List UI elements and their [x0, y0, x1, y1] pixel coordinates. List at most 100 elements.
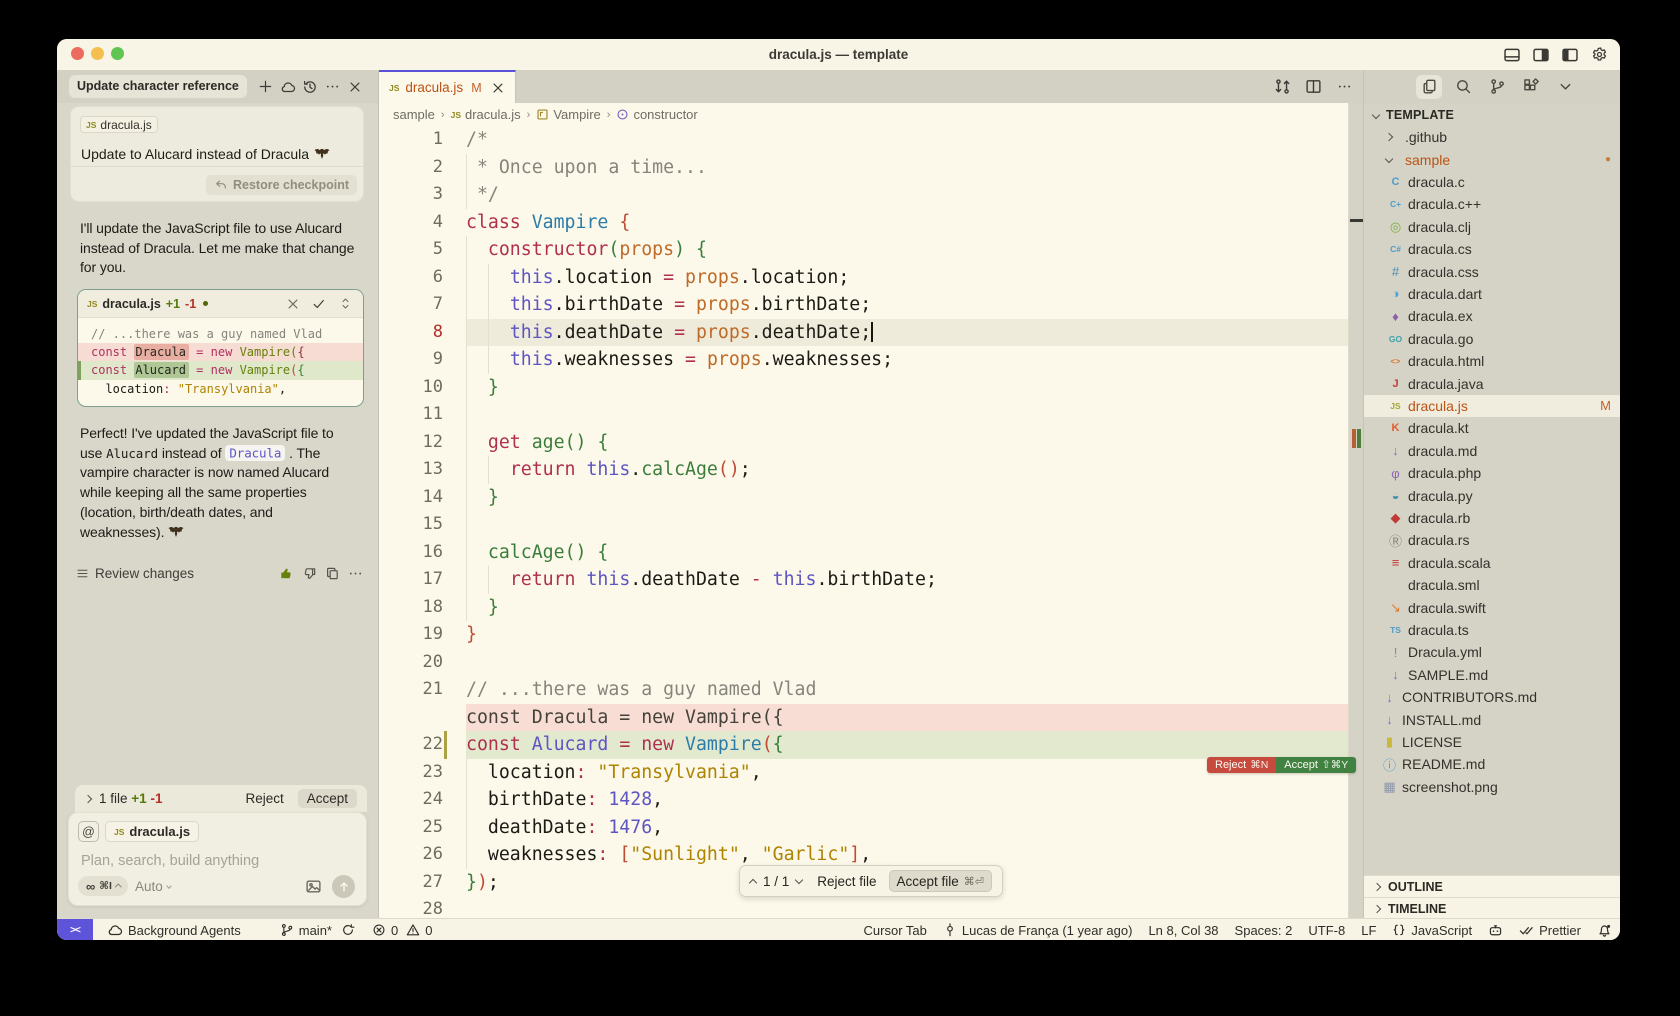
tree-item-dracula.php[interactable]: φdracula.php [1364, 462, 1620, 484]
reject-all-button[interactable]: Reject [245, 791, 283, 806]
accept-file-button[interactable]: Accept file ⌘⏎ [889, 870, 993, 892]
context-file-chip[interactable]: JS dracula.js [105, 821, 199, 842]
git-branch-item[interactable]: main* [280, 923, 355, 938]
more-icon[interactable] [346, 564, 364, 582]
accept-all-button[interactable]: Accept [298, 789, 357, 808]
breadcrumb-item[interactable]: constructor [616, 107, 697, 122]
chevron-right-icon[interactable] [84, 794, 92, 802]
cursor-position-item[interactable]: Ln 8, Col 38 [1148, 923, 1218, 938]
tree-item-.github[interactable]: .github [1364, 126, 1620, 148]
tree-item-dracula.sml[interactable]: dracula.sml [1364, 574, 1620, 596]
breadcrumb-item[interactable]: sample [393, 107, 435, 122]
tree-item-Dracula.yml[interactable]: !Dracula.yml [1364, 641, 1620, 663]
model-selector[interactable]: Auto [135, 879, 171, 894]
expand-diff-icon[interactable] [336, 295, 354, 313]
chat-input-card[interactable]: @ JS dracula.js Plan, search, build anyt… [68, 812, 367, 906]
tree-item-dracula.cs[interactable]: C#dracula.cs [1364, 238, 1620, 260]
overview-ruler[interactable] [1348, 103, 1363, 918]
tree-item-dracula.swift[interactable]: ↘dracula.swift [1364, 596, 1620, 618]
source-control-view-icon[interactable] [1484, 75, 1510, 99]
tree-item-dracula.java[interactable]: Jdracula.java [1364, 372, 1620, 394]
diff-card-filename[interactable]: dracula.js [102, 297, 160, 311]
tree-item-dracula.c[interactable]: Cdracula.c [1364, 171, 1620, 193]
thumbs-up-icon[interactable] [277, 564, 295, 582]
symbol-link[interactable]: Dracula [225, 445, 285, 461]
tree-item-dracula.ex[interactable]: ♦dracula.ex [1364, 305, 1620, 327]
formatter-item[interactable]: Prettier [1519, 923, 1581, 938]
section-outline[interactable]: OUTLINE [1364, 875, 1620, 897]
restore-checkpoint-button[interactable]: Restore checkpoint [206, 175, 357, 195]
chat-input-placeholder[interactable]: Plan, search, build anything [81, 853, 259, 869]
open-changes-icon[interactable] [1273, 78, 1291, 96]
remote-indicator[interactable]: >< [57, 919, 93, 940]
reject-diff-icon[interactable] [284, 295, 302, 313]
chat-tab[interactable]: Update character reference [69, 75, 247, 98]
section-timeline[interactable]: TIMELINE [1364, 897, 1620, 919]
notifications-bell-icon[interactable] [1597, 923, 1612, 938]
accept-change-button[interactable]: Accept⇧⌘Y [1276, 757, 1356, 773]
breadcrumb-item[interactable]: JSdracula.js [451, 107, 521, 122]
toggle-panel-icon[interactable] [1503, 46, 1521, 64]
tree-item-dracula.kt[interactable]: Kdracula.kt [1364, 417, 1620, 439]
tree-item-screenshot.png[interactable]: ▦screenshot.png [1364, 776, 1620, 798]
eol-item[interactable]: LF [1361, 923, 1376, 938]
sync-icon[interactable] [341, 923, 355, 937]
next-change-icon[interactable] [795, 876, 803, 884]
tree-item-dracula.html[interactable]: <>dracula.html [1364, 350, 1620, 372]
explorer-section-header[interactable]: TEMPLATE [1364, 103, 1620, 126]
tree-item-dracula.css[interactable]: #dracula.css [1364, 260, 1620, 282]
tree-item-sample[interactable]: sample● [1364, 148, 1620, 170]
review-changes-label[interactable]: Review changes [95, 566, 194, 581]
tree-item-README.md[interactable]: ⓘREADME.md [1364, 753, 1620, 775]
tree-item-dracula.scala[interactable]: ≡dracula.scala [1364, 552, 1620, 574]
file-chip[interactable]: JS dracula.js [80, 116, 158, 133]
tree-item-LICENSE[interactable]: ▮LICENSE [1364, 731, 1620, 753]
extensions-view-icon[interactable] [1518, 75, 1544, 99]
split-editor-icon[interactable] [1304, 78, 1322, 96]
cloud-icon[interactable] [279, 78, 297, 96]
tree-item-dracula.js[interactable]: JSdracula.jsM [1364, 395, 1620, 417]
prev-change-icon[interactable] [749, 878, 757, 886]
copy-icon[interactable] [323, 564, 341, 582]
tree-item-dracula.rs[interactable]: Ⓡdracula.rs [1364, 529, 1620, 551]
problems-item[interactable]: 0 0 [372, 923, 432, 938]
tree-item-dracula.md[interactable]: ↓dracula.md [1364, 440, 1620, 462]
attach-image-icon[interactable] [304, 877, 322, 895]
git-commit-item[interactable]: Lucas de França (1 year ago) [943, 923, 1133, 938]
tree-item-dracula.c++[interactable]: C+dracula.c++ [1364, 193, 1620, 215]
accept-diff-icon[interactable] [310, 295, 328, 313]
close-chat-icon[interactable] [346, 78, 364, 96]
code-editor[interactable]: 1/*2 * Once upon a time...3 */4class Vam… [379, 126, 1348, 918]
language-mode-item[interactable]: JavaScript [1392, 923, 1472, 938]
breadcrumb-item[interactable]: Vampire [536, 107, 600, 122]
more-actions-icon[interactable] [1335, 78, 1353, 96]
tree-item-dracula.clj[interactable]: ◎dracula.clj [1364, 216, 1620, 238]
toggle-primary-sidebar-icon[interactable] [1561, 46, 1579, 64]
close-tab-icon[interactable] [491, 79, 505, 97]
tree-item-CONTRIBUTORS.md[interactable]: ↓CONTRIBUTORS.md [1364, 686, 1620, 708]
agent-mode-pill[interactable]: ∞ ⌘I [78, 876, 128, 896]
tree-item-INSTALL.md[interactable]: ↓INSTALL.md [1364, 708, 1620, 730]
background-agents-item[interactable]: Background Agents [107, 922, 241, 938]
settings-gear-icon[interactable] [1590, 46, 1608, 64]
thumbs-down-icon[interactable] [300, 564, 318, 582]
new-chat-icon[interactable] [256, 78, 274, 96]
more-views-chevron-icon[interactable] [1552, 75, 1578, 99]
tree-item-dracula.ts[interactable]: TSdracula.ts [1364, 619, 1620, 641]
tree-item-dracula.py[interactable]: ◒dracula.py [1364, 484, 1620, 506]
reject-file-button[interactable]: Reject file [817, 874, 876, 889]
history-icon[interactable] [301, 78, 319, 96]
tree-item-dracula.rb[interactable]: ◆dracula.rb [1364, 507, 1620, 529]
encoding-item[interactable]: UTF-8 [1308, 923, 1345, 938]
reject-change-button[interactable]: Reject⌘N [1207, 757, 1276, 773]
editor-tab-dracula-js[interactable]: JS dracula.js M [379, 70, 516, 103]
explorer-view-icon[interactable] [1416, 75, 1442, 99]
tree-item-dracula.go[interactable]: GOdracula.go [1364, 328, 1620, 350]
send-button[interactable] [332, 875, 355, 898]
more-actions-icon[interactable] [324, 78, 342, 96]
toggle-secondary-sidebar-icon[interactable] [1532, 46, 1550, 64]
tree-item-SAMPLE.md[interactable]: ↓SAMPLE.md [1364, 664, 1620, 686]
copilot-icon-item[interactable] [1488, 923, 1503, 938]
search-view-icon[interactable] [1450, 75, 1476, 99]
cursor-tab-item[interactable]: Cursor Tab [864, 923, 927, 938]
